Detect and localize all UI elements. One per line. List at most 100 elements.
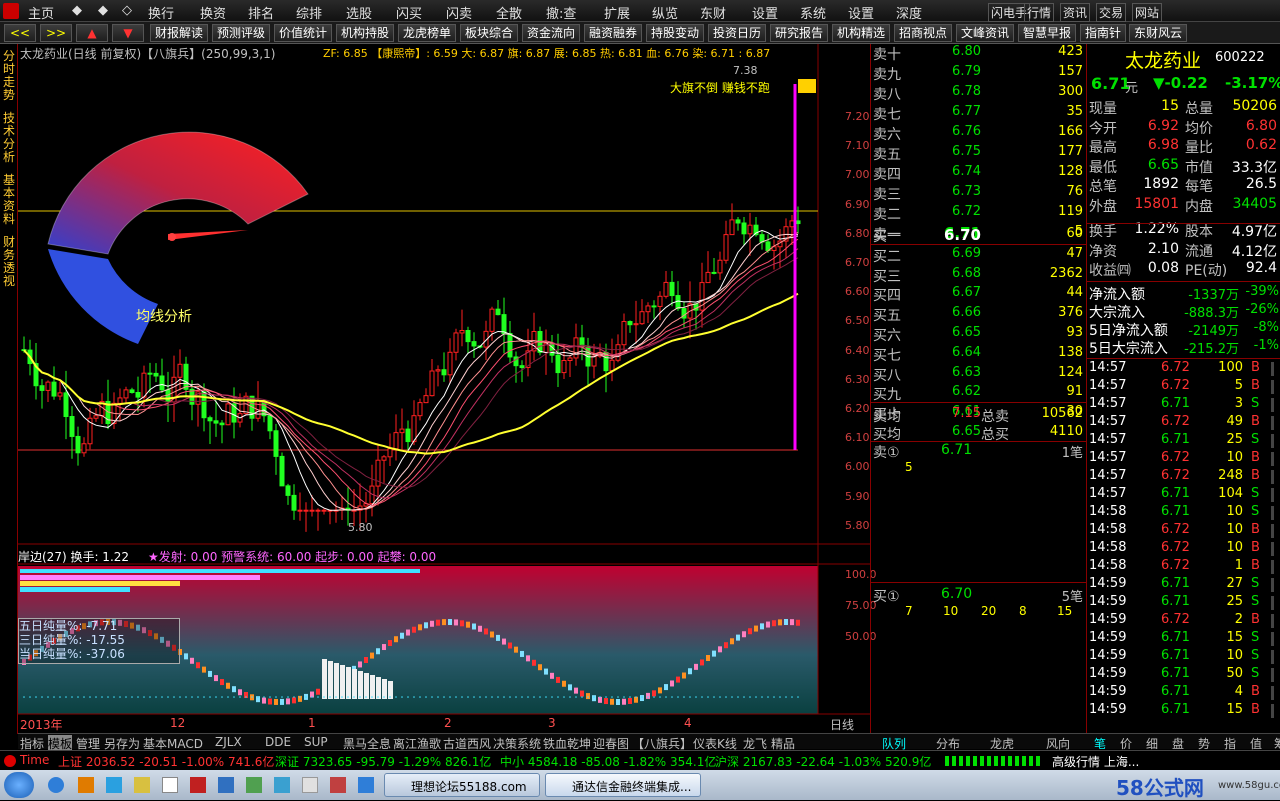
taskbar-window-tdx[interactable]: 通达信金融终端集成... — [545, 773, 701, 797]
toolbar-3[interactable]: 机构持股 — [336, 24, 395, 42]
toolbar-12[interactable]: 招商视点 — [894, 24, 953, 42]
ask-row[interactable]: 卖四 6.74 128 — [871, 164, 1087, 183]
ask-row[interactable]: 卖八 6.78 300 — [871, 84, 1087, 103]
toolbar-0[interactable]: 财报解读 — [150, 24, 209, 42]
bid-row[interactable]: 买九 6.62 91 — [871, 384, 1087, 403]
toolbar-7[interactable]: 融资融券 — [584, 24, 643, 42]
indicator-tab-7[interactable]: SUP — [304, 735, 328, 749]
index-shanghai[interactable]: 上证 2036.52 -20.51 -1.00% 741.6亿 — [58, 753, 274, 770]
quicklaunch-app1-icon[interactable] — [78, 777, 94, 793]
menu-item-5[interactable]: 换资 — [200, 3, 226, 22]
quicklaunch-app7-icon[interactable] — [246, 777, 262, 793]
ask-row[interactable]: 卖九 6.79 157 — [871, 64, 1087, 83]
kline-chart[interactable]: 太龙药业(日线 前复权)【八旗兵】(250,99,3,1) ZF: 6.85 【… — [18, 44, 877, 734]
ask-row[interactable]: 卖七 6.77 35 — [871, 104, 1087, 123]
menu-right-4[interactable]: 网站 — [1132, 3, 1163, 22]
toolbar-14[interactable]: 智慧早报 — [1018, 24, 1077, 42]
menu-item-14[interactable]: 纵览 — [652, 3, 678, 22]
menu-item-1[interactable]: ◆ — [72, 3, 82, 18]
menu-item-11[interactable]: 全散 — [496, 3, 522, 22]
menu-item-12[interactable]: 撤:查 — [546, 3, 576, 22]
toolbar-11[interactable]: 机构精选 — [832, 24, 891, 42]
menu-item-16[interactable]: 设置 — [752, 3, 778, 22]
toolbar-10[interactable]: 研究报告 — [770, 24, 829, 42]
quicklaunch-app6-icon[interactable] — [218, 777, 234, 793]
toolbar-5[interactable]: 板块综合 — [460, 24, 519, 42]
period-label[interactable]: 日线 — [830, 716, 854, 733]
menu-item-6[interactable]: 排名 — [248, 3, 274, 22]
menu-item-9[interactable]: 闪买 — [396, 3, 422, 22]
bid-row[interactable]: 买四 6.67 44 — [871, 285, 1087, 304]
toolbar-6[interactable]: 资金流向 — [522, 24, 581, 42]
quicklaunch-app4-icon[interactable] — [162, 777, 178, 793]
quicklaunch-ie-icon[interactable] — [48, 777, 64, 793]
ask-volume: 300 — [1058, 84, 1083, 99]
indicator-tab-6[interactable]: DDE — [265, 735, 291, 749]
quicklaunch-app9-icon[interactable] — [302, 777, 318, 793]
menu-item-0[interactable]: 主页 — [28, 3, 54, 22]
menu-item-17[interactable]: 系统 — [800, 3, 826, 22]
ask-row[interactable]: 卖六 6.76 166 — [871, 124, 1087, 143]
left-tab-1[interactable]: 技术分析 — [2, 112, 16, 164]
quicklaunch-app11-icon[interactable] — [358, 777, 374, 793]
advanced-quote[interactable]: 高级行情 上海... — [1052, 753, 1139, 770]
toolbar-2[interactable]: 价值统计 — [274, 24, 333, 42]
index-hushen[interactable]: 沪深 2167.83 -22.64 -1.03% 520.9亿 — [715, 753, 931, 770]
bid-row[interactable]: 买八 6.63 124 — [871, 365, 1087, 384]
toolbar-9[interactable]: 投资日历 — [708, 24, 767, 42]
bid-row[interactable]: 买三 6.68 2362 — [871, 266, 1087, 285]
menu-item-2[interactable]: ◆ — [98, 3, 108, 18]
toolbar-arrow-2[interactable]: ▲ — [76, 24, 108, 42]
menu-item-8[interactable]: 选股 — [346, 3, 372, 22]
menu-item-19[interactable]: 深度 — [896, 3, 922, 22]
menu-item-13[interactable]: 扩展 — [604, 3, 630, 22]
menu-right-1[interactable]: 行情 — [1024, 3, 1055, 22]
sell1-queue[interactable]: 卖① 6.71 1笔 — [871, 442, 1087, 461]
start-button-icon[interactable] — [4, 772, 34, 798]
bid-row[interactable]: 买一 6.70 60 — [871, 226, 1087, 245]
menu-item-10[interactable]: 闪卖 — [446, 3, 472, 22]
indicator-tab-5[interactable]: ZJLX — [215, 735, 242, 749]
toolbar-arrow-1[interactable]: >> — [40, 24, 72, 42]
toolbar-1[interactable]: 预测评级 — [212, 24, 271, 42]
bid-row[interactable]: 买七 6.64 138 — [871, 345, 1087, 364]
toolbar-16[interactable]: 东财风云 — [1129, 24, 1188, 42]
menu-item-3[interactable]: ◇ — [122, 3, 132, 18]
tick-volume: 27 — [1226, 576, 1243, 591]
left-tab-2[interactable]: 基本资料 — [2, 174, 16, 226]
ask-volume: 166 — [1058, 124, 1083, 139]
tick-time: 14:59 — [1089, 594, 1127, 609]
quicklaunch-app2-icon[interactable] — [106, 777, 122, 793]
menu-item-18[interactable]: 设置 — [848, 3, 874, 22]
menu-item-7[interactable]: 综排 — [296, 3, 322, 22]
buy1-qty: 10 — [943, 604, 959, 618]
index-smallcap[interactable]: 中小 4584.18 -85.08 -1.82% 354.1亿 — [500, 753, 716, 770]
quicklaunch-app5-icon[interactable] — [190, 777, 206, 793]
menu-right-2[interactable]: 资讯 — [1060, 3, 1091, 22]
menu-item-4[interactable]: 换行 — [148, 3, 174, 22]
toolbar-8[interactable]: 持股变动 — [646, 24, 705, 42]
bid-row[interactable]: 买六 6.65 93 — [871, 325, 1087, 344]
bid-row[interactable]: 买五 6.66 376 — [871, 305, 1087, 324]
buy1-queue[interactable]: 买① 6.70 5笔 — [871, 586, 1087, 605]
ask-row[interactable]: 卖二 6.72 119 — [871, 204, 1087, 223]
quicklaunch-app10-icon[interactable] — [330, 777, 346, 793]
toolbar-arrow-3[interactable]: ▼ — [112, 24, 144, 42]
left-tab-0[interactable]: 分时走势 — [2, 50, 16, 102]
quicklaunch-app8-icon[interactable] — [274, 777, 290, 793]
toolbar-13[interactable]: 文峰资讯 — [956, 24, 1015, 42]
tick-volume: 2 — [1234, 612, 1243, 627]
toolbar-15[interactable]: 指南针 — [1080, 24, 1127, 42]
ask-row[interactable]: 卖五 6.75 177 — [871, 144, 1087, 163]
taskbar-window-forum[interactable]: 理想论坛55188.com — [384, 773, 540, 797]
left-tab-3[interactable]: 财务透视 — [2, 236, 16, 288]
index-shenzhen[interactable]: 深证 7323.65 -95.79 -1.29% 826.1亿 — [275, 753, 491, 770]
menu-item-15[interactable]: 东财 — [700, 3, 726, 22]
toolbar-arrow-0[interactable]: << — [4, 24, 36, 42]
menu-right-3[interactable]: 交易 — [1096, 3, 1127, 22]
quicklaunch-app3-icon[interactable] — [134, 777, 150, 793]
ask-row[interactable]: 卖三 6.73 76 — [871, 184, 1087, 203]
ask-row[interactable]: 卖十 6.80 423 — [871, 44, 1087, 63]
bid-row[interactable]: 买二 6.69 47 — [871, 246, 1087, 265]
toolbar-4[interactable]: 龙虎榜单 — [398, 24, 457, 42]
